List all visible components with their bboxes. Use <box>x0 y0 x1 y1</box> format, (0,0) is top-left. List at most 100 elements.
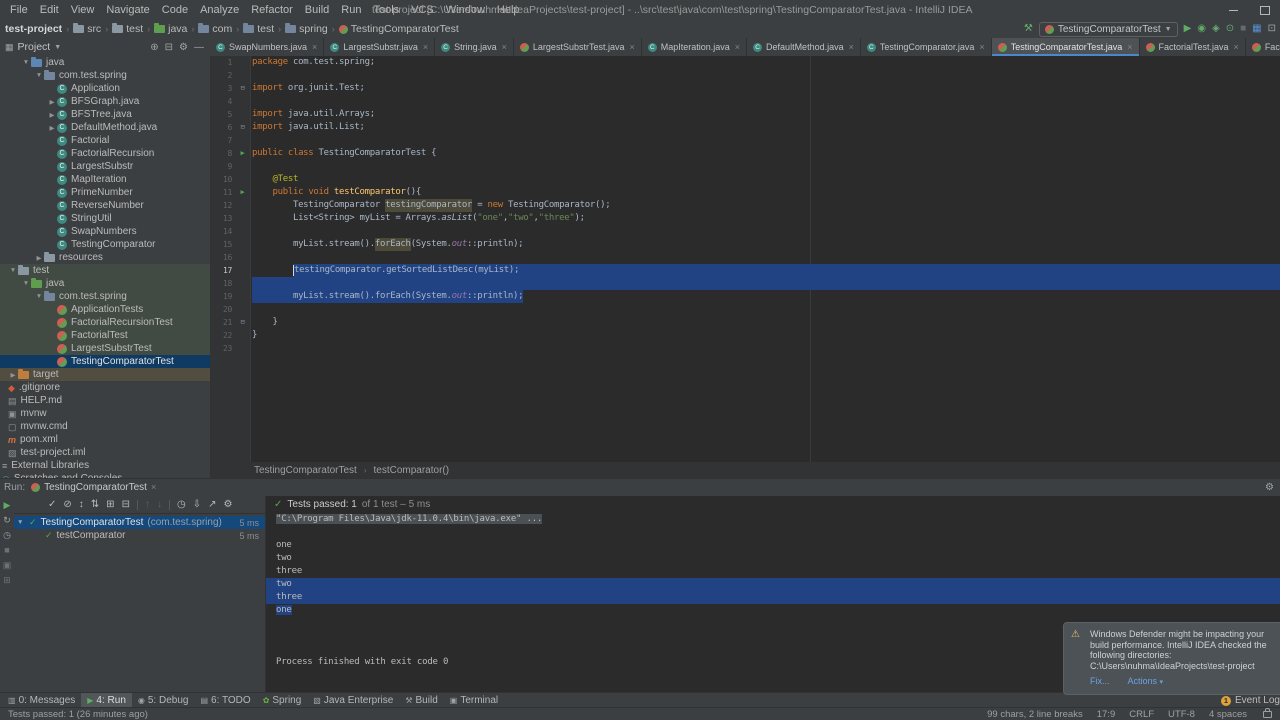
code-line[interactable]: 5 import java.util.Arrays; <box>210 108 1280 121</box>
project-item-stringutil[interactable]: C StringUtil <box>0 212 210 225</box>
project-item-factorial[interactable]: C Factorial <box>0 134 210 147</box>
chevron-expanded-icon[interactable]: ▼ <box>34 72 44 79</box>
project-item-java[interactable]: ▼ java <box>0 277 210 290</box>
code-line[interactable]: 19 myList.stream().forEach(System. out::p… <box>210 290 1280 303</box>
project-item-largestsubstr[interactable]: C LargestSubstr <box>0 160 210 173</box>
code-line[interactable]: 2 <box>210 69 1280 82</box>
code-line[interactable]: 14 <box>210 225 1280 238</box>
close-icon[interactable]: × <box>502 42 507 52</box>
actions-link[interactable]: Actions ▾ <box>1128 676 1164 689</box>
chevron-collapsed-icon[interactable]: ▶ <box>47 98 57 106</box>
run-gutter-icon[interactable]: ▶ <box>241 188 245 196</box>
close-icon[interactable]: × <box>629 42 634 52</box>
chevron-expanded-icon[interactable]: ▼ <box>8 267 18 274</box>
coverage-button[interactable]: ◈ <box>1212 20 1220 38</box>
minimize-icon[interactable] <box>1229 9 1238 11</box>
code-line[interactable]: 1 package com.test.spring; <box>210 56 1280 69</box>
toolwindow-spring[interactable]: ✿ Spring <box>257 693 308 708</box>
profiler-button[interactable]: ⊙ <box>1226 20 1234 38</box>
editor-tab-factorialrecursiontest.java[interactable]: FactorialRecursionTest.java× <box>1246 38 1280 56</box>
editor-tab-testingcomparatortest.java[interactable]: TestingComparatorTest.java × <box>991 38 1140 56</box>
code-line[interactable]: 16 <box>210 251 1280 264</box>
code-line[interactable]: 11 ▶ public void testComparator(){ <box>210 186 1280 199</box>
menu-analyze[interactable]: Analyze <box>194 4 245 16</box>
breadcrumb-item-spring[interactable]: spring <box>284 23 329 35</box>
project-item-com.test.spring[interactable]: ▼ com.test.spring <box>0 290 210 303</box>
code-line[interactable]: 13 List<String> myList = Arrays. asList("… <box>210 212 1280 225</box>
stop-button[interactable]: ■ <box>1240 20 1246 38</box>
collapse-all-icon[interactable]: ⊟ <box>165 42 173 53</box>
project-item-target[interactable]: ▶ target <box>0 368 210 381</box>
fix-link[interactable]: Fix... <box>1090 676 1110 689</box>
test-item-testcomparator[interactable]: ✓ testComparator 5 ms <box>14 529 265 542</box>
menu-view[interactable]: View <box>65 4 101 16</box>
editor-tab-factorialtest.java[interactable]: FactorialTest.java × <box>1140 38 1246 56</box>
project-pane-title[interactable]: Project <box>18 41 51 53</box>
project-item-java[interactable]: ▼ java <box>0 56 210 69</box>
toolwindow-terminal[interactable]: ▣ Terminal <box>444 693 504 708</box>
project-item-swapnumbers[interactable]: C SwapNumbers <box>0 225 210 238</box>
code-line[interactable]: 3 ⊟ import org.junit.Test; <box>210 82 1280 95</box>
breadcrumb-item-src[interactable]: src <box>72 23 102 35</box>
menu-build[interactable]: Build <box>299 4 335 16</box>
code-line[interactable]: 9 <box>210 160 1280 173</box>
project-item-applicationtests[interactable]: ApplicationTests <box>0 303 210 316</box>
project-item-help.md[interactable]: ▤ HELP.md <box>0 394 210 407</box>
breadcrumb-item-testingcomparatortest[interactable]: TestingComparatorTest <box>338 23 460 35</box>
chevron-collapsed-icon[interactable]: ▶ <box>47 111 57 119</box>
project-item-com.test.spring[interactable]: ▼ com.test.spring <box>0 69 210 82</box>
chevron-collapsed-icon[interactable]: ▶ <box>34 254 44 262</box>
fold-icon[interactable]: ⊟ <box>241 84 245 92</box>
project-item-resources[interactable]: ▶ resources <box>0 251 210 264</box>
project-item-defaultmethod.java[interactable]: ▶ C DefaultMethod.java <box>0 121 210 134</box>
caret-position[interactable]: 17:9 <box>1097 709 1116 720</box>
breadcrumb-item-test-project[interactable]: test-project <box>4 23 63 35</box>
breadcrumb-item-test[interactable]: test <box>242 23 275 35</box>
close-icon[interactable]: × <box>849 42 854 52</box>
breadcrumb-item-test[interactable]: test <box>111 23 144 35</box>
file-encoding[interactable]: UTF-8 <box>1168 709 1195 720</box>
editor-tab-swapnumbers.java[interactable]: C SwapNumbers.java × <box>210 38 325 56</box>
line-ending[interactable]: CRLF <box>1129 709 1154 720</box>
close-icon[interactable]: × <box>423 42 428 52</box>
editor-tab-defaultmethod.java[interactable]: C DefaultMethod.java × <box>747 38 861 56</box>
breadcrumb-item-com[interactable]: com <box>197 23 233 35</box>
code-line[interactable]: 17 testingComparator.getSortedListDesc(m… <box>210 264 1280 277</box>
project-item-primenumber[interactable]: C PrimeNumber <box>0 186 210 199</box>
close-icon[interactable]: × <box>1234 42 1239 52</box>
test-history-button[interactable]: ◷ <box>177 499 186 510</box>
import-test-results-button[interactable]: ⇩ <box>193 499 201 510</box>
lock-icon[interactable] <box>1263 708 1272 718</box>
dump-threads-button[interactable]: ▣ <box>3 560 12 570</box>
test-item-testingcomparatortest[interactable]: ▼ ✓ TestingComparatorTest (com.test.spring… <box>14 516 265 529</box>
project-item-mapiteration[interactable]: C MapIteration <box>0 173 210 186</box>
project-item-mvnw[interactable]: ▣ mvnw <box>0 407 210 420</box>
toolwindow-run[interactable]: ▶ 4: Run <box>81 693 132 708</box>
event-log-button[interactable]: 1 Event Log <box>1220 695 1280 706</box>
chevron-collapsed-icon[interactable]: ▶ <box>47 124 57 132</box>
toolwindow-todo[interactable]: ▤ 6: TODO <box>194 693 256 708</box>
collapse-all-button[interactable]: ⊟ <box>122 499 130 510</box>
toolwindow-messages[interactable]: ▥ 0: Messages <box>2 693 81 708</box>
code-line[interactable]: 23 <box>210 342 1280 355</box>
project-item-testingcomparatortest[interactable]: TestingComparatorTest <box>0 355 210 368</box>
locate-icon[interactable]: ⊕ <box>150 42 158 53</box>
run-gutter-icon[interactable]: ▶ <box>241 149 245 157</box>
close-icon[interactable]: × <box>735 42 740 52</box>
code-line[interactable]: 7 <box>210 134 1280 147</box>
editor-tab-string.java[interactable]: C String.java × <box>435 38 514 56</box>
toolwindow-build[interactable]: ⚒ Build <box>399 693 443 708</box>
project-item-pom.xml[interactable]: m pom.xml <box>0 433 210 446</box>
editor-tab-mapiteration.java[interactable]: C MapIteration.java × <box>642 38 748 56</box>
project-item-bfsgraph.java[interactable]: ▶ C BFSGraph.java <box>0 95 210 108</box>
code-line[interactable]: 6 ⊟ import java.util.List; <box>210 121 1280 134</box>
code-line[interactable]: 10 @Test <box>210 173 1280 186</box>
code-line[interactable]: 22} <box>210 329 1280 342</box>
project-item-factorialtest[interactable]: FactorialTest <box>0 329 210 342</box>
toolwindow-debug[interactable]: ◉ 5: Debug <box>132 693 195 708</box>
show-ignored-button[interactable]: ⊘ <box>63 499 71 510</box>
run-tab[interactable]: TestingComparatorTest × <box>31 482 156 493</box>
close-icon[interactable]: × <box>151 482 156 492</box>
close-icon[interactable]: × <box>312 42 317 52</box>
code-line[interactable]: 12 TestingComparator testingComparator =… <box>210 199 1280 212</box>
